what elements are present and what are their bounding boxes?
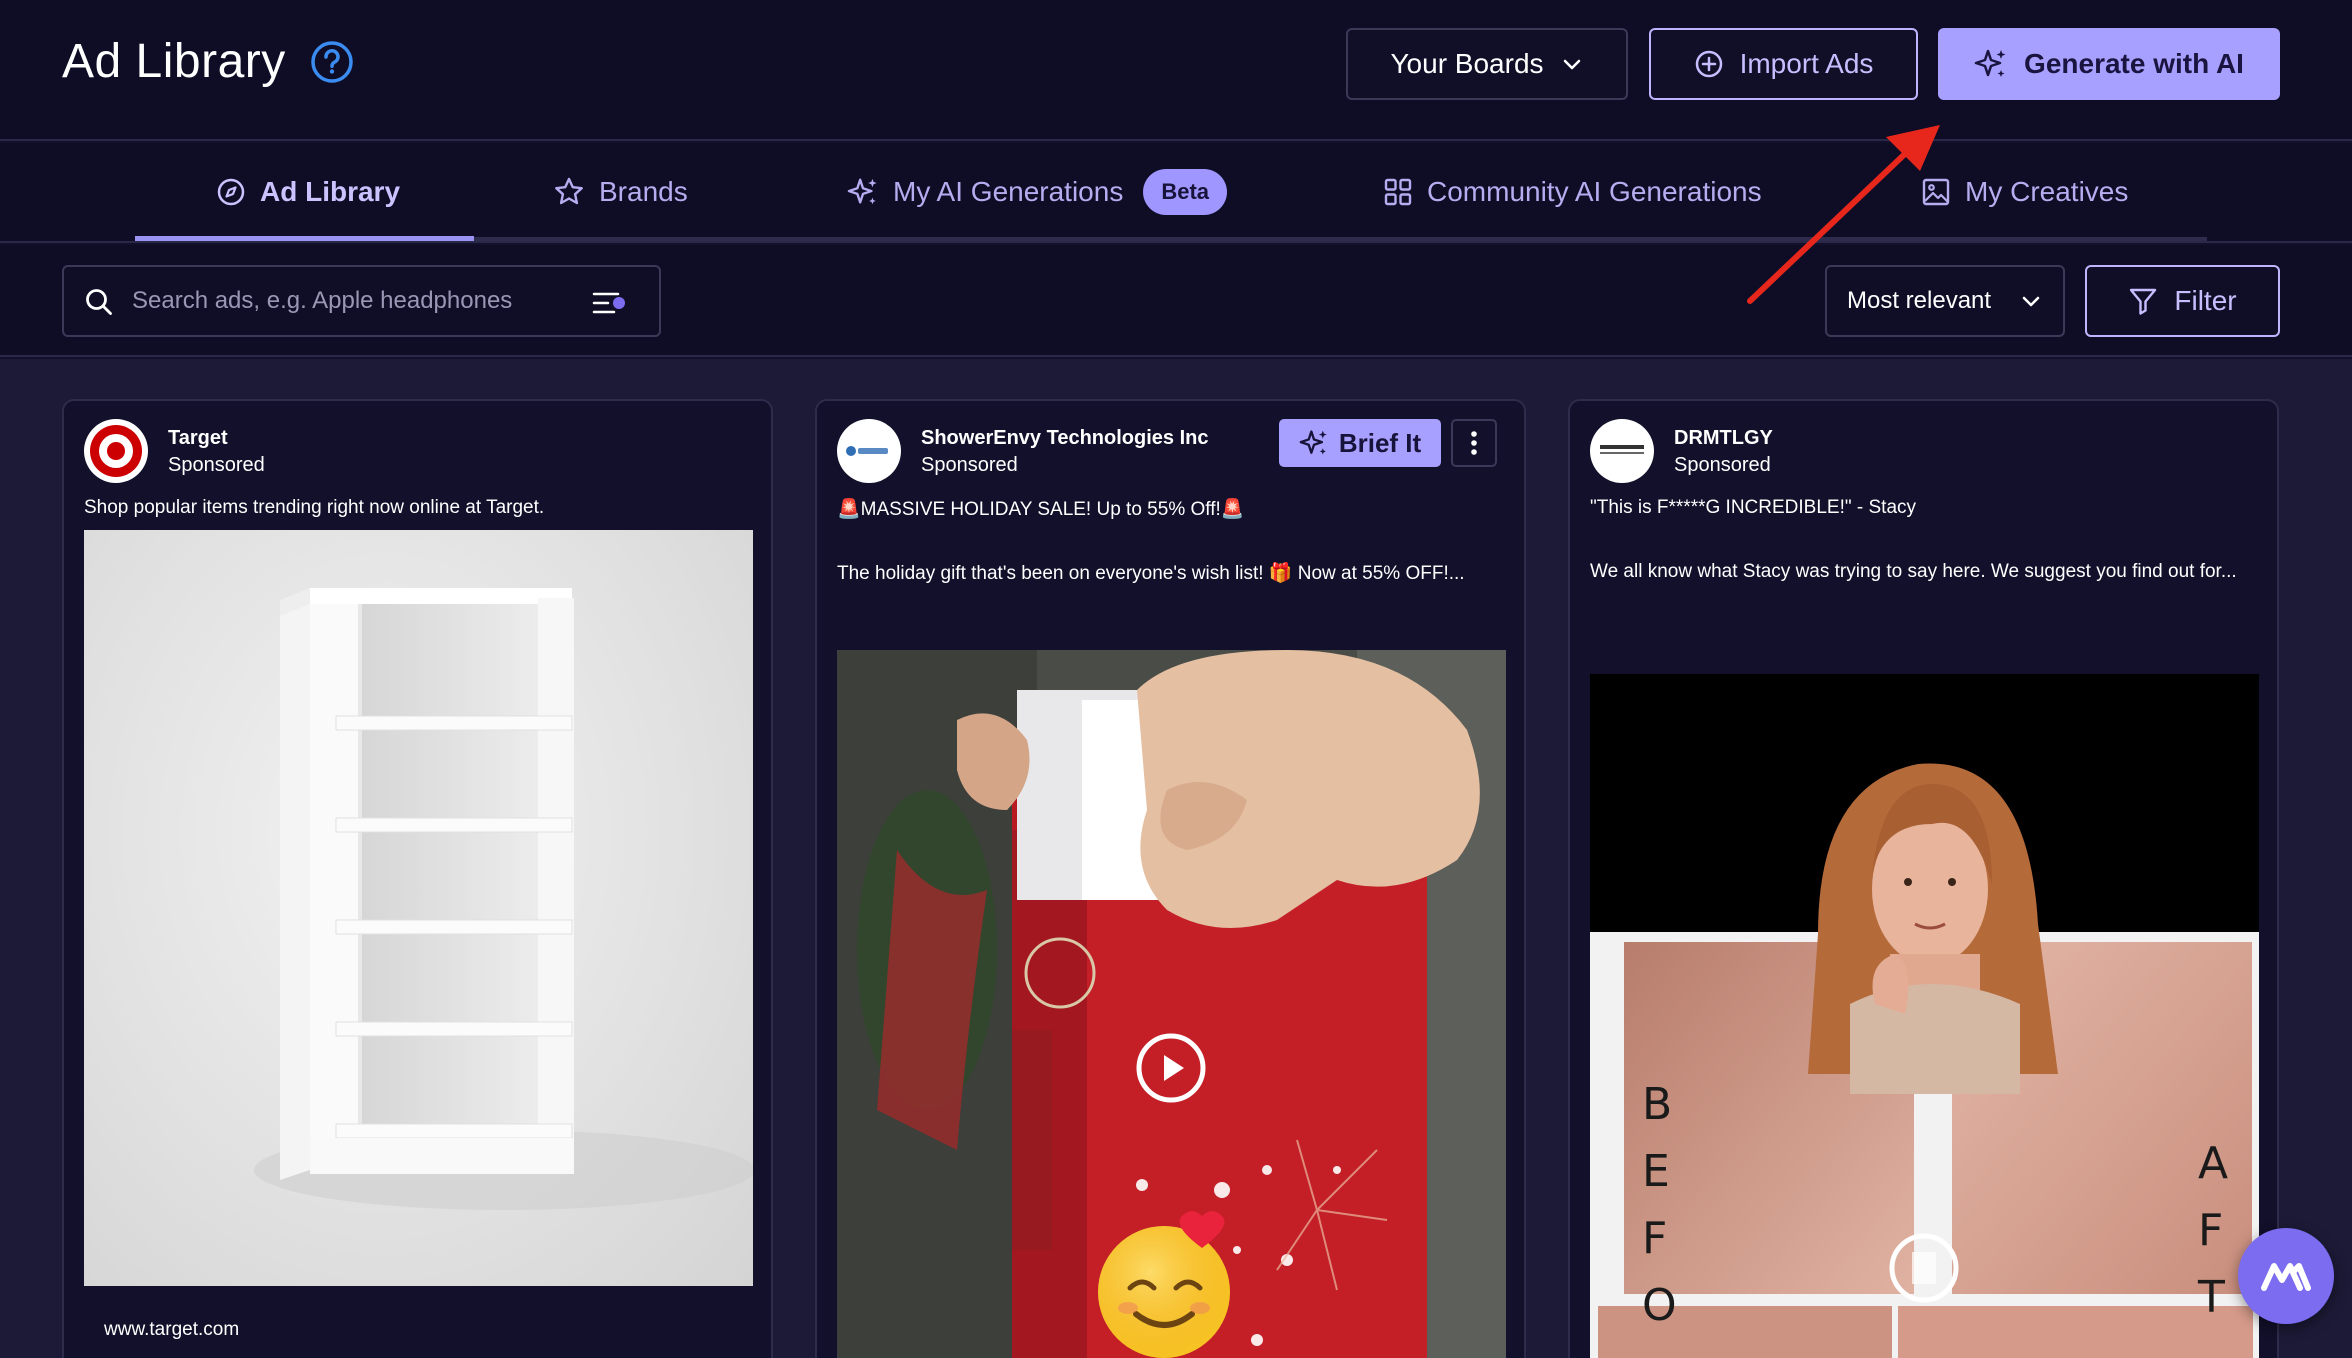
tab-my-ai-generations[interactable]: My AI Generations Beta xyxy=(847,143,1228,241)
ad-card-target[interactable]: Target Sponsored Shop popular items tren… xyxy=(62,399,773,1358)
before-letter: O xyxy=(1642,1280,1677,1331)
search-input[interactable] xyxy=(132,275,572,327)
target-logo-icon xyxy=(85,420,147,482)
brand-avatar xyxy=(84,419,148,483)
brand-logo-icon xyxy=(2261,1263,2311,1291)
generate-with-ai-label: Generate with AI xyxy=(2024,48,2244,79)
showerenvy-logo-icon xyxy=(838,420,900,482)
search-box[interactable] xyxy=(62,265,661,337)
smiling-emoji-icon xyxy=(1098,1211,1230,1358)
sparkles-icon xyxy=(1974,49,2006,77)
chevron-down-icon xyxy=(1563,59,1580,70)
before-after-skin-image xyxy=(1590,674,2259,1358)
sponsored-label: Sponsored xyxy=(168,454,265,476)
top-header: Ad Library Your Boards Import Ads Genera… xyxy=(0,0,2352,141)
funnel-icon xyxy=(2130,288,2157,315)
filter-bar: Most relevant Filter xyxy=(0,245,2352,357)
ad-media-bookshelf[interactable] xyxy=(84,530,753,1286)
tab-label: Ad Library xyxy=(260,176,401,207)
brief-it-button[interactable]: Brief It xyxy=(1279,419,1441,467)
beta-badge: Beta xyxy=(1143,169,1228,215)
after-letter: T xyxy=(2198,1272,2225,1323)
tab-label: Brands xyxy=(599,176,688,207)
ad-media-video[interactable] xyxy=(837,650,1506,1358)
brand-avatar xyxy=(1590,419,1654,483)
sparkles-icon xyxy=(847,178,877,205)
floating-chat-button[interactable] xyxy=(2238,1228,2334,1324)
ad-card-drmtlgy[interactable]: DRMTLGY Sponsored "This is F*****G INCRE… xyxy=(1568,399,2279,1358)
brand-name[interactable]: Target xyxy=(168,427,228,450)
ad-media-before-after[interactable]: B E F O A F T xyxy=(1590,674,2259,1358)
tab-brands[interactable]: Brands xyxy=(553,143,688,241)
after-letter: A xyxy=(2198,1138,2229,1189)
search-icon xyxy=(86,289,112,315)
ad-grid: Target Sponsored Shop popular items tren… xyxy=(0,359,2352,1358)
drmtlgy-logo-icon xyxy=(1591,420,1653,482)
kebab-menu-icon xyxy=(1471,431,1477,455)
ad-site-url[interactable]: www.target.com xyxy=(104,1319,239,1341)
ad-headline-text: "This is F*****G INCREDIBLE!" - Stacy xyxy=(1590,497,1917,518)
ad-body-text: We all know what Stacy was trying to say… xyxy=(1590,561,2237,582)
import-ads-button[interactable]: Import Ads xyxy=(1649,28,1918,100)
bookshelf-image xyxy=(254,588,753,1210)
play-icon[interactable] xyxy=(1134,1031,1208,1105)
plus-circle-icon xyxy=(1695,50,1722,78)
brand-avatar xyxy=(837,419,901,483)
star-icon xyxy=(555,177,583,205)
your-boards-label: Your Boards xyxy=(1390,48,1544,79)
before-letter: F xyxy=(1642,1213,1668,1264)
page-title: Ad Library xyxy=(62,35,286,88)
tab-bar: Ad Library Brands My AI Generations Beta… xyxy=(0,143,2352,243)
tab-label: My Creatives xyxy=(1965,176,2129,207)
tab-label: Community AI Generations xyxy=(1427,176,1762,207)
sponsored-label: Sponsored xyxy=(921,454,1018,476)
brand-name[interactable]: DRMTLGY xyxy=(1674,427,1773,450)
tab-community-ai-generations[interactable]: Community AI Generations xyxy=(1383,143,1762,241)
brief-it-label: Brief It xyxy=(1338,427,1422,458)
help-icon[interactable] xyxy=(310,40,354,84)
compass-icon xyxy=(217,178,245,206)
more-options-button[interactable] xyxy=(1451,419,1497,467)
generate-with-ai-button[interactable]: Generate with AI xyxy=(1938,28,2280,100)
before-letter: E xyxy=(1642,1146,1670,1197)
ad-body-text: The holiday gift that's been on everyone… xyxy=(837,563,1465,584)
grid-icon xyxy=(1384,178,1412,206)
sponsored-label: Sponsored xyxy=(1674,454,1771,476)
ad-card-showerenvy[interactable]: ShowerEnvy Technologies Inc Sponsored Br… xyxy=(815,399,1526,1358)
filter-button[interactable]: Filter xyxy=(2085,265,2280,337)
sparkles-icon xyxy=(1299,430,1327,455)
brand-name[interactable]: ShowerEnvy Technologies Inc xyxy=(921,427,1208,450)
sliders-icon[interactable] xyxy=(592,289,630,317)
filter-label: Filter xyxy=(2174,285,2237,316)
after-letter: F xyxy=(2198,1205,2224,1256)
chevron-down-icon xyxy=(2022,296,2040,307)
annotation-arrow-icon xyxy=(1747,125,1940,304)
import-ads-label: Import Ads xyxy=(1739,48,1874,79)
ad-body-text: Shop popular items trending right now on… xyxy=(84,497,545,518)
ad-headline-text: 🚨MASSIVE HOLIDAY SALE! Up to 55% Off!🚨 xyxy=(837,499,1245,520)
tab-label: My AI Generations xyxy=(893,176,1124,207)
before-letter: B xyxy=(1642,1079,1673,1130)
tab-ad-library[interactable]: Ad Library xyxy=(216,143,400,241)
your-boards-dropdown[interactable]: Your Boards xyxy=(1346,28,1628,100)
